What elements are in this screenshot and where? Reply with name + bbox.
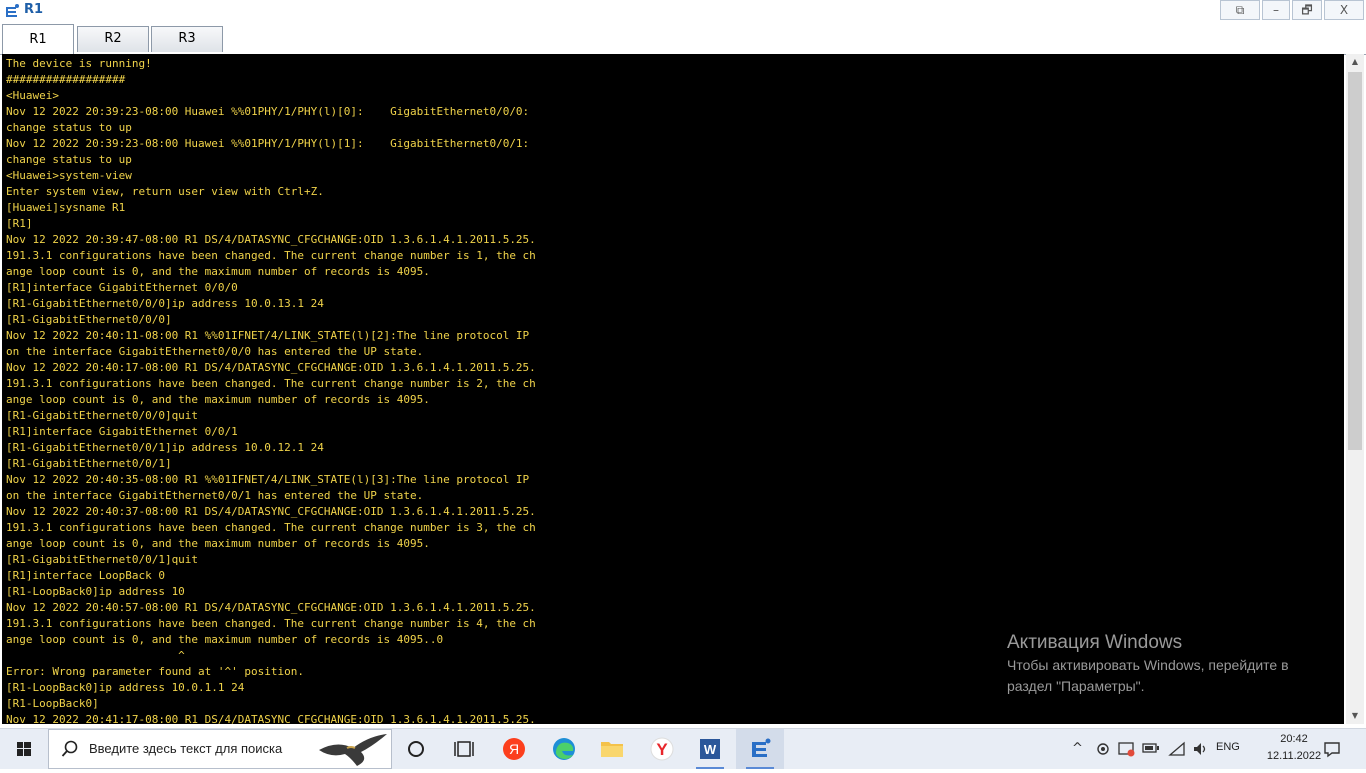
activation-watermark-line2: раздел "Параметры". bbox=[1007, 678, 1145, 694]
terminal-output: The device is running! ##################… bbox=[6, 56, 536, 724]
terminal-line: Nov 12 2022 20:40:17-08:00 R1 DS/4/DATAS… bbox=[6, 361, 536, 374]
terminal-line: ange loop count is 0, and the maximum nu… bbox=[6, 537, 430, 550]
clock-date[interactable]: 12.11.2022 bbox=[1258, 750, 1330, 762]
terminal-line: change status to up bbox=[6, 121, 132, 134]
notification-center-icon[interactable] bbox=[1322, 739, 1342, 759]
terminal-line: Nov 12 2022 20:40:57-08:00 R1 DS/4/DATAS… bbox=[6, 601, 536, 614]
wifi-icon[interactable] bbox=[1168, 741, 1186, 757]
terminal-line: Nov 12 2022 20:40:35-08:00 R1 %%01IFNET/… bbox=[6, 473, 530, 486]
terminal-line: 191.3.1 configurations have been changed… bbox=[6, 617, 536, 630]
security-icon[interactable] bbox=[1096, 741, 1110, 757]
terminal-line: [R1-GigabitEthernet0/0/0] bbox=[6, 313, 172, 326]
terminal-line: [R1-LoopBack0]ip address 10 bbox=[6, 585, 185, 598]
terminal-line: [R1]interface GigabitEthernet 0/0/0 bbox=[6, 281, 238, 294]
network-warning-icon[interactable] bbox=[1118, 741, 1136, 757]
terminal-line: [R1-GigabitEthernet0/0/1] bbox=[6, 457, 172, 470]
terminal-line: [R1-LoopBack0] bbox=[6, 697, 99, 710]
terminal-line: [R1-LoopBack0]ip address 10.0.1.1 24 bbox=[6, 681, 245, 694]
window-title: R1 bbox=[24, 2, 44, 17]
word-icon[interactable]: W bbox=[686, 729, 734, 769]
terminal-line: on the interface GigabitEthernet0/0/0 ha… bbox=[6, 345, 424, 358]
search-input[interactable]: Введите здесь текст для поиска bbox=[89, 741, 282, 756]
terminal-line: The device is running! bbox=[6, 57, 152, 70]
task-view-icon[interactable] bbox=[440, 729, 488, 769]
tab-r3[interactable]: R3 bbox=[151, 26, 223, 52]
scroll-up-arrow-icon[interactable]: ▲ bbox=[1346, 54, 1364, 70]
title-bar: R1 ⧉ – 🗗 X bbox=[0, 0, 1366, 22]
taskbar-search-box[interactable]: Введите здесь текст для поиска bbox=[48, 729, 392, 769]
minimize-button[interactable]: – bbox=[1262, 0, 1290, 20]
search-icon bbox=[61, 740, 78, 757]
device-tab-bar: R1 R2 R3 bbox=[0, 22, 1366, 55]
file-explorer-icon[interactable] bbox=[588, 729, 636, 769]
terminal-line: [R1-GigabitEthernet0/0/1]quit bbox=[6, 553, 199, 566]
console-terminal[interactable]: The device is running! ##################… bbox=[2, 54, 1344, 724]
input-language-indicator[interactable]: ENG bbox=[1216, 741, 1240, 753]
ensp-icon[interactable] bbox=[736, 729, 784, 769]
terminal-scrollbar[interactable]: ▲ ▼ bbox=[1346, 54, 1364, 724]
cortana-icon[interactable] bbox=[392, 729, 440, 769]
scroll-thumb[interactable] bbox=[1348, 72, 1362, 450]
start-button[interactable] bbox=[0, 729, 48, 769]
terminal-line: on the interface GigabitEthernet0/0/1 ha… bbox=[6, 489, 424, 502]
terminal-line: Nov 12 2022 20:39:47-08:00 R1 DS/4/DATAS… bbox=[6, 233, 536, 246]
terminal-line: Error: Wrong parameter found at '^' posi… bbox=[6, 665, 305, 678]
terminal-line: [R1-GigabitEthernet0/0/1]ip address 10.0… bbox=[6, 441, 324, 454]
terminal-line: <Huawei>system-view bbox=[6, 169, 132, 182]
ensp-app-icon bbox=[6, 4, 19, 17]
terminal-line: ange loop count is 0, and the maximum nu… bbox=[6, 393, 430, 406]
terminal-line: ange loop count is 0, and the maximum nu… bbox=[6, 633, 444, 646]
terminal-line: [R1]interface GigabitEthernet 0/0/1 bbox=[6, 425, 238, 438]
terminal-line: [R1] bbox=[6, 217, 33, 230]
taskbar: Введите здесь текст для поиска Я Y W ^ E… bbox=[0, 728, 1366, 769]
terminal-line: [R1-GigabitEthernet0/0/0]quit bbox=[6, 409, 199, 422]
terminal-line: 191.3.1 configurations have been changed… bbox=[6, 377, 536, 390]
edge-icon[interactable] bbox=[540, 729, 588, 769]
battery-icon[interactable] bbox=[1142, 742, 1160, 754]
svg-text:Я: Я bbox=[509, 741, 519, 757]
terminal-line: change status to up bbox=[6, 153, 132, 166]
yandex-browser-icon[interactable]: Я bbox=[490, 729, 538, 769]
terminal-line: ange loop count is 0, and the maximum nu… bbox=[6, 265, 430, 278]
terminal-line: Nov 12 2022 20:41:17-08:00 R1 DS/4/DATAS… bbox=[6, 713, 536, 724]
volume-icon[interactable] bbox=[1192, 741, 1210, 757]
terminal-line: Nov 12 2022 20:39:23-08:00 Huawei %%01PH… bbox=[6, 105, 530, 118]
activation-watermark-title: Активация Windows bbox=[1007, 632, 1183, 653]
restore-layout-button[interactable]: ⧉ bbox=[1220, 0, 1260, 20]
maximize-button[interactable]: 🗗 bbox=[1292, 0, 1322, 20]
scroll-down-arrow-icon[interactable]: ▼ bbox=[1346, 708, 1364, 724]
close-button[interactable]: X bbox=[1324, 0, 1364, 20]
tab-r2[interactable]: R2 bbox=[77, 26, 149, 52]
terminal-line: [R1-GigabitEthernet0/0/0]ip address 10.0… bbox=[6, 297, 324, 310]
terminal-line: ^ bbox=[6, 649, 185, 662]
terminal-line: 191.3.1 configurations have been changed… bbox=[6, 249, 536, 262]
terminal-line: Nov 12 2022 20:40:37-08:00 R1 DS/4/DATAS… bbox=[6, 505, 536, 518]
tab-r1[interactable]: R1 bbox=[2, 24, 74, 54]
activation-watermark-line1: Чтобы активировать Windows, перейдите в bbox=[1007, 657, 1289, 673]
terminal-line: <Huawei> bbox=[6, 89, 59, 102]
terminal-line: Nov 12 2022 20:39:23-08:00 Huawei %%01PH… bbox=[6, 137, 530, 150]
windows-logo-icon bbox=[17, 742, 31, 756]
terminal-line: Nov 12 2022 20:40:11-08:00 R1 %%01IFNET/… bbox=[6, 329, 530, 342]
tray-chevron-up-icon[interactable]: ^ bbox=[1072, 741, 1083, 756]
yandex-icon[interactable]: Y bbox=[638, 729, 686, 769]
terminal-line: 191.3.1 configurations have been changed… bbox=[6, 521, 536, 534]
clock-time[interactable]: 20:42 bbox=[1266, 733, 1322, 745]
svg-text:Y: Y bbox=[656, 740, 668, 759]
svg-text:W: W bbox=[704, 742, 717, 757]
terminal-line: ################## bbox=[6, 73, 126, 86]
terminal-line: [Huawei]sysname R1 bbox=[6, 201, 126, 214]
terminal-line: Enter system view, return user view with… bbox=[6, 185, 324, 198]
terminal-line: [R1]interface LoopBack 0 bbox=[6, 569, 165, 582]
eagle-highlight-icon bbox=[319, 734, 387, 766]
